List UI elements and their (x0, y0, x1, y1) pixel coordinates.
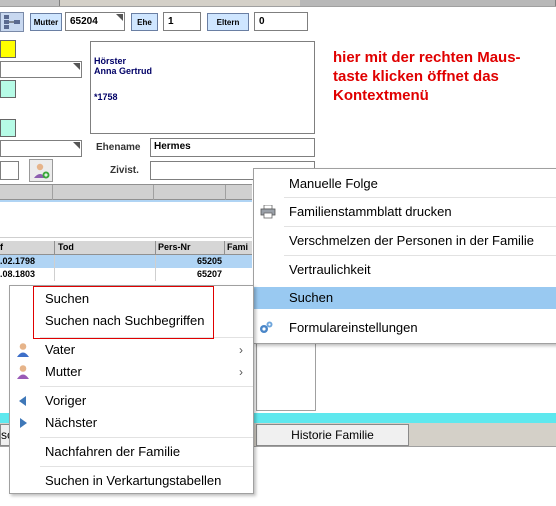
lower-grid-header: f Tod Pers-Nr Fami (0, 241, 252, 255)
person-blank-line (94, 76, 310, 92)
zivist-label: Zivist. (110, 165, 139, 176)
menu-item-label: Nächster (45, 415, 98, 430)
ehe-label: Ehe (131, 13, 158, 31)
female-person-icon (17, 365, 29, 379)
ehename-value: Hermes (154, 141, 191, 152)
menu-item-label: Manuelle Folge (289, 176, 378, 191)
menu-item-label: Mutter (45, 364, 82, 379)
left-input-1[interactable] (0, 61, 82, 78)
eltern-value: 0 (259, 16, 265, 27)
menu-item-label: Vertraulichkeit (289, 262, 371, 277)
person-given-names: Anna Gertrud (94, 66, 153, 76)
menu-item-label: Suchen (289, 290, 334, 305)
row-date: .08.1803 (0, 269, 36, 279)
upper-grid-header (0, 184, 252, 200)
ehe-value: 1 (168, 16, 174, 27)
grid-divider (54, 255, 55, 281)
table-row[interactable]: .08.1803 65207 (0, 268, 252, 281)
menu-item-nachfahren[interactable]: Nachfahren der Familie (10, 441, 253, 463)
field-corner-marker (116, 14, 123, 21)
menu-item-suchen-highlighted[interactable]: Suchen (254, 287, 556, 309)
family-tree-button[interactable] (0, 12, 24, 32)
menu-item-label: Nachfahren der Familie (45, 444, 181, 459)
mutter-field[interactable]: 65204 (65, 12, 125, 31)
menu-item-familienstammblatt[interactable]: Familienstammblatt drucken (254, 201, 556, 223)
eltern-field[interactable]: 0 (254, 12, 308, 31)
menu-item-manuelle-folge[interactable]: Manuelle Folge (254, 173, 556, 195)
teal-indicator-2 (0, 119, 16, 137)
left-input-3[interactable] (0, 161, 19, 180)
menu-item-label: Verschmelzen der Personen in der Familie (289, 233, 534, 248)
menu-item-label: Familienstammblatt drucken (289, 204, 452, 219)
submenu-chevron-icon: › (239, 365, 243, 379)
window-top-strip (0, 0, 556, 7)
menu-item-verschmelzen[interactable]: Verschmelzen der Personen in der Familie (254, 230, 556, 252)
menu-item-label: Vater (45, 342, 76, 357)
tab-historie-familie[interactable]: Historie Familie (256, 424, 409, 446)
male-person-icon (17, 343, 29, 357)
grid-header-persnr: Pers-Nr (158, 242, 191, 252)
row-persnr: 65207 (196, 269, 222, 279)
hint-line-1: hier mit der rechten Maus- (333, 49, 521, 66)
add-person-icon (34, 163, 50, 178)
menu-item-label: Voriger (45, 393, 87, 408)
menu-item-verkartungstabellen[interactable]: Suchen in Verkartungstabellen (10, 470, 253, 492)
menu-item-label: Suchen in Verkartungstabellen (45, 473, 222, 488)
grid-header-f: f (0, 242, 3, 252)
menu-item-formulareinstellungen[interactable]: Formulareinstellungen (254, 317, 556, 339)
grid-header-tod: Tod (58, 242, 74, 252)
mutter-label: Mutter (30, 13, 62, 31)
row-date: .02.1798 (0, 256, 36, 266)
grid-header-fami: Fami (227, 242, 249, 252)
menu-item-mutter[interactable]: Mutter › (10, 361, 253, 383)
left-input-2[interactable] (0, 140, 82, 157)
menu-item-vater[interactable]: Vater › (10, 339, 253, 361)
background-panel (256, 335, 316, 411)
upper-grid-body (0, 202, 252, 238)
submenu-chevron-icon: › (239, 343, 243, 357)
arrow-left-icon (19, 396, 26, 406)
menu-item-label: Formulareinstellungen (289, 320, 418, 335)
menu-item-voriger[interactable]: Voriger (10, 390, 253, 412)
menu-item-naechster[interactable]: Nächster (10, 412, 253, 434)
menu-item-vertraulichkeit[interactable]: Vertraulichkeit (254, 259, 556, 281)
ehename-field[interactable]: Hermes (150, 138, 315, 157)
table-row[interactable]: .02.1798 65205 (0, 255, 252, 268)
hint-text: hier mit der rechten Maus- taste klicken… (333, 48, 553, 105)
hint-line-3: Kontextmenü (333, 87, 429, 104)
tab-historie-label: Historie Familie (291, 428, 374, 442)
ehe-field[interactable]: 1 (163, 12, 201, 31)
teal-indicator-1 (0, 80, 16, 98)
row-persnr: 65205 (196, 256, 222, 266)
gears-icon (260, 321, 273, 333)
ehename-label: Ehename (96, 142, 141, 153)
person-birth: *1758 (94, 92, 118, 102)
add-person-button[interactable] (29, 159, 53, 182)
eltern-label: Eltern (207, 13, 249, 31)
mutter-value: 65204 (70, 16, 98, 27)
arrow-right-icon (20, 418, 27, 428)
top-strip-segment (0, 0, 60, 6)
top-strip-segment (300, 0, 556, 6)
yellow-indicator (0, 40, 16, 58)
person-info-box: Hörster Anna Gertrud *1758 (90, 41, 315, 134)
hint-line-2: taste klicken öffnet das (333, 68, 499, 85)
printer-icon (260, 205, 276, 219)
person-surname: Hörster (94, 56, 127, 66)
context-menu-right: Manuelle Folge Familienstammblatt drucke… (253, 168, 556, 344)
annotation-highlight-box (33, 286, 214, 339)
grid-divider (155, 255, 156, 281)
family-tree-icon (4, 15, 20, 29)
